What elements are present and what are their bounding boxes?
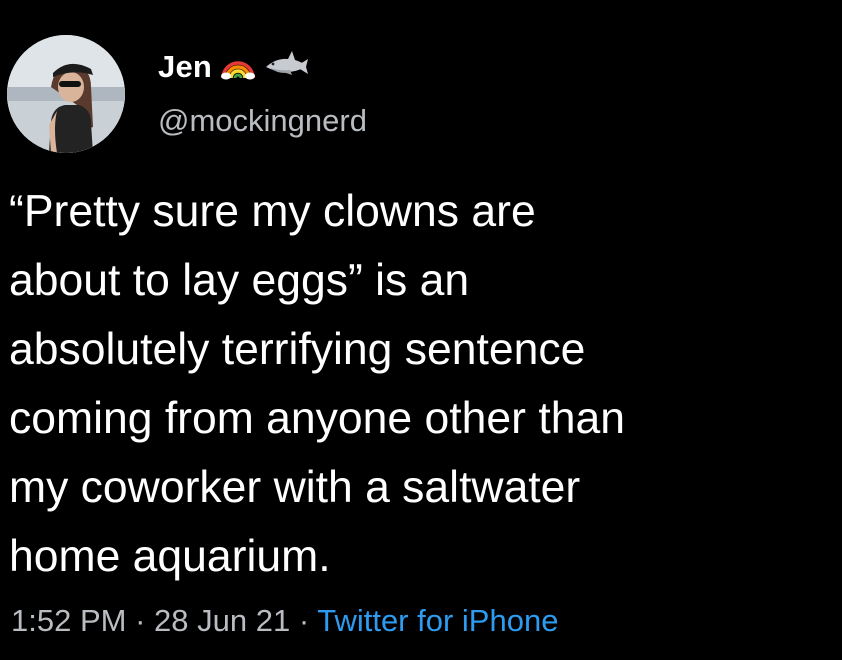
avatar-photo bbox=[7, 35, 125, 153]
tweet-time[interactable]: 1:52 PM bbox=[11, 603, 126, 638]
tweet-card: Jen @mockingnerd “Pretty sure my clowns … bbox=[0, 0, 842, 660]
tweet-text-line: my coworker with a saltwater bbox=[9, 463, 581, 512]
display-name-row: Jen bbox=[158, 47, 309, 87]
tweet-text-line: home aquarium. bbox=[9, 532, 331, 581]
display-name[interactable]: Jen bbox=[158, 49, 212, 85]
tweet-metadata: 1:52 PM · 28 Jun 21 · Twitter for iPhone bbox=[11, 603, 558, 639]
separator: · bbox=[135, 603, 146, 638]
tweet-text-line: “Pretty sure my clowns are bbox=[9, 187, 536, 236]
separator: · bbox=[298, 603, 310, 638]
tweet-text: “Pretty sure my clowns are about to lay … bbox=[9, 177, 839, 591]
user-handle[interactable]: @mockingnerd bbox=[158, 103, 367, 139]
shark-icon bbox=[264, 49, 309, 86]
tweet-text-line: coming from anyone other than bbox=[9, 394, 625, 443]
avatar[interactable] bbox=[7, 35, 125, 153]
rainbow-icon bbox=[220, 50, 256, 85]
tweet-date[interactable]: 28 Jun 21 bbox=[154, 603, 290, 638]
tweet-text-line: absolutely terrifying sentence bbox=[9, 325, 586, 374]
tweet-source-link[interactable]: Twitter for iPhone bbox=[317, 603, 558, 638]
tweet-text-line: about to lay eggs” is an bbox=[9, 256, 470, 305]
